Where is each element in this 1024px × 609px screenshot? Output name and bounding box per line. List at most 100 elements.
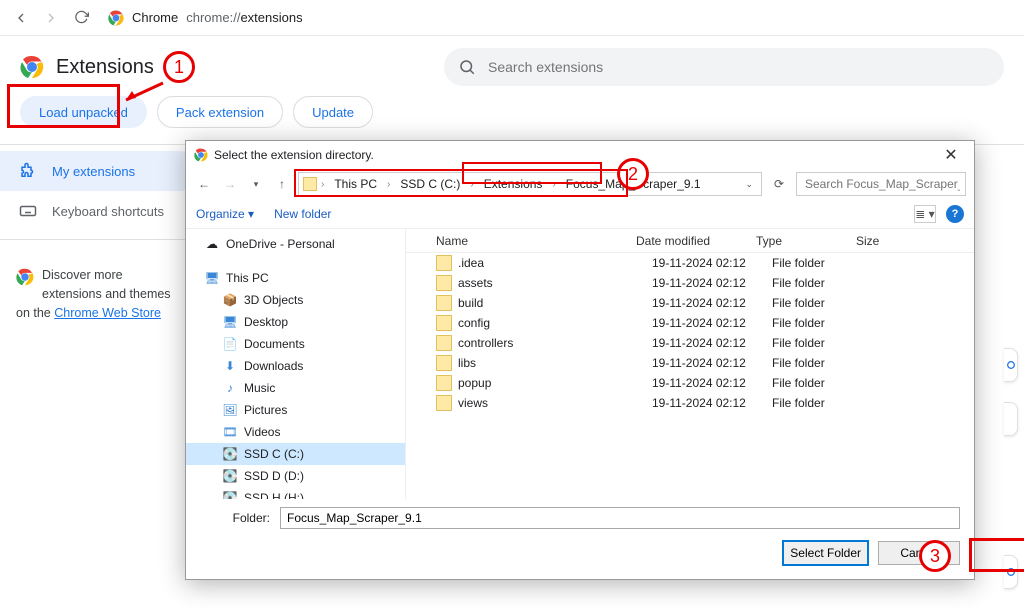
folder-icon [436, 335, 452, 351]
help-button[interactable]: ? [946, 205, 964, 223]
tree-icon: 📦 [222, 293, 238, 307]
update-button[interactable]: Update [293, 96, 373, 128]
new-folder-button[interactable]: New folder [274, 207, 331, 221]
tree-item[interactable]: 📄Documents [186, 333, 405, 355]
file-row[interactable]: assets19-11-2024 02:12File folder [406, 273, 974, 293]
tree-item[interactable]: 🖥Desktop [186, 311, 405, 333]
folder-label: Folder: [200, 511, 270, 525]
nav-back-button[interactable]: ← [194, 177, 214, 191]
card-peek [1004, 348, 1018, 382]
nav-refresh-button[interactable]: ⟳ [768, 177, 790, 191]
file-row[interactable]: config19-11-2024 02:12File folder [406, 313, 974, 333]
dialog-titlebar: Select the extension directory. ✕ [186, 141, 974, 169]
back-button[interactable] [10, 7, 32, 29]
tree-item[interactable]: ♪Music [186, 377, 405, 399]
crumb[interactable]: Extensions [478, 175, 549, 193]
tree-icon: 💽 [222, 491, 238, 499]
puzzle-icon [18, 162, 38, 180]
breadcrumb-bar[interactable]: › This PC› SSD C (C:)› Extensions› Focus… [298, 172, 762, 196]
col-type[interactable]: Type [756, 234, 856, 248]
tree-icon: 🖥 [222, 315, 238, 329]
sidebar-item-my-extensions[interactable]: My extensions [0, 151, 200, 191]
tree-icon: 🎞 [222, 425, 238, 439]
breadcrumb-dropdown-icon[interactable]: ⌄ [745, 179, 757, 190]
folder-icon [436, 355, 452, 371]
tree-onedrive[interactable]: ☁OneDrive - Personal [186, 233, 405, 255]
folder-icon [436, 295, 452, 311]
card-peek [1004, 555, 1018, 589]
select-folder-button[interactable]: Select Folder [783, 541, 868, 565]
organize-menu[interactable]: Organize ▾ [196, 207, 254, 221]
reload-button[interactable] [70, 7, 92, 29]
col-size[interactable]: Size [856, 234, 974, 248]
cancel-button[interactable]: Cancel [878, 541, 960, 565]
address-label: Chrome [132, 10, 178, 25]
col-name[interactable]: Name [436, 234, 636, 248]
file-row[interactable]: popup19-11-2024 02:12File folder [406, 373, 974, 393]
tree-item[interactable]: ⬇Downloads [186, 355, 405, 377]
sidebar-item-shortcuts[interactable]: Keyboard shortcuts [0, 191, 200, 231]
search-extensions-input[interactable] [486, 58, 990, 76]
file-row[interactable]: build19-11-2024 02:12File folder [406, 293, 974, 313]
search-icon [458, 58, 476, 76]
pc-icon: 🖥 [204, 271, 220, 285]
folder-tree[interactable]: ☁OneDrive - Personal 🖥This PC 📦3D Object… [186, 229, 406, 499]
webstore-link[interactable]: Chrome Web Store [54, 306, 161, 320]
drive-icon [303, 177, 317, 191]
tree-item[interactable]: 🖼Pictures [186, 399, 405, 421]
col-date[interactable]: Date modified [636, 234, 756, 248]
dialog-footer: Folder: Select Folder Cancel [186, 499, 974, 579]
tree-thispc[interactable]: 🖥This PC [186, 267, 405, 289]
tree-item[interactable]: 🎞Videos [186, 421, 405, 443]
view-menu[interactable]: ≣ ▾ [914, 205, 936, 223]
folder-input[interactable] [280, 507, 960, 529]
keyboard-icon [18, 202, 38, 220]
nav-forward-button[interactable]: → [220, 177, 240, 191]
search-extensions[interactable] [444, 48, 1004, 86]
crumb[interactable]: SSD C (C:) [394, 175, 466, 193]
address-bar[interactable]: Chrome chrome://extensions [100, 4, 1014, 32]
file-row[interactable]: views19-11-2024 02:12File folder [406, 393, 974, 413]
address-url: chrome://extensions [186, 10, 302, 25]
dialog-title: Select the extension directory. [214, 148, 374, 162]
tree-item[interactable]: 💽SSD C (C:) [186, 443, 405, 465]
annotation-arrow-1 [118, 78, 168, 108]
crumb[interactable]: This PC [328, 175, 383, 193]
file-row[interactable]: .idea19-11-2024 02:12File folder [406, 253, 974, 273]
sidebar: My extensions Keyboard shortcuts Discove… [0, 145, 200, 322]
discover-text: Discover more extensions and themes on t… [0, 248, 200, 322]
dialog-nav: ← → ▾ ↑ › This PC› SSD C (C:)› Extension… [186, 169, 974, 199]
cloud-icon: ☁ [204, 237, 220, 251]
nav-recent-dropdown[interactable]: ▾ [246, 179, 266, 190]
tree-item[interactable]: 💽SSD H (H:) [186, 487, 405, 499]
forward-button[interactable] [40, 7, 62, 29]
tree-icon: 📄 [222, 337, 238, 351]
tree-item[interactable]: 📦3D Objects [186, 289, 405, 311]
folder-icon [436, 255, 452, 271]
tree-item[interactable]: 💽SSD D (D:) [186, 465, 405, 487]
browser-toolbar: Chrome chrome://extensions [0, 0, 1024, 36]
card-peek [1004, 402, 1018, 436]
folder-icon [436, 275, 452, 291]
chrome-icon [108, 10, 124, 26]
chrome-small-icon [16, 268, 34, 286]
dialog-search[interactable] [796, 172, 966, 196]
crumb[interactable]: Focus_Map_Scraper_9.1 [560, 175, 707, 193]
dialog-search-input[interactable] [803, 176, 962, 192]
pack-extension-button[interactable]: Pack extension [157, 96, 283, 128]
close-button[interactable]: ✕ [936, 145, 966, 165]
file-row[interactable]: libs19-11-2024 02:12File folder [406, 353, 974, 373]
tree-icon: 🖼 [222, 403, 238, 417]
sidebar-label: My extensions [52, 164, 135, 179]
file-list: Name Date modified Type Size .idea19-11-… [406, 229, 974, 499]
chrome-logo-icon [20, 55, 44, 79]
folder-icon [436, 315, 452, 331]
folder-icon [436, 375, 452, 391]
folder-icon [436, 395, 452, 411]
file-row[interactable]: controllers19-11-2024 02:12File folder [406, 333, 974, 353]
nav-up-button[interactable]: ↑ [272, 177, 292, 191]
dialog-toolbar: Organize ▾ New folder ≣ ▾ ? [186, 199, 974, 229]
tree-icon: ⬇ [222, 359, 238, 373]
file-columns[interactable]: Name Date modified Type Size [406, 229, 974, 253]
tree-icon: 💽 [222, 469, 238, 483]
